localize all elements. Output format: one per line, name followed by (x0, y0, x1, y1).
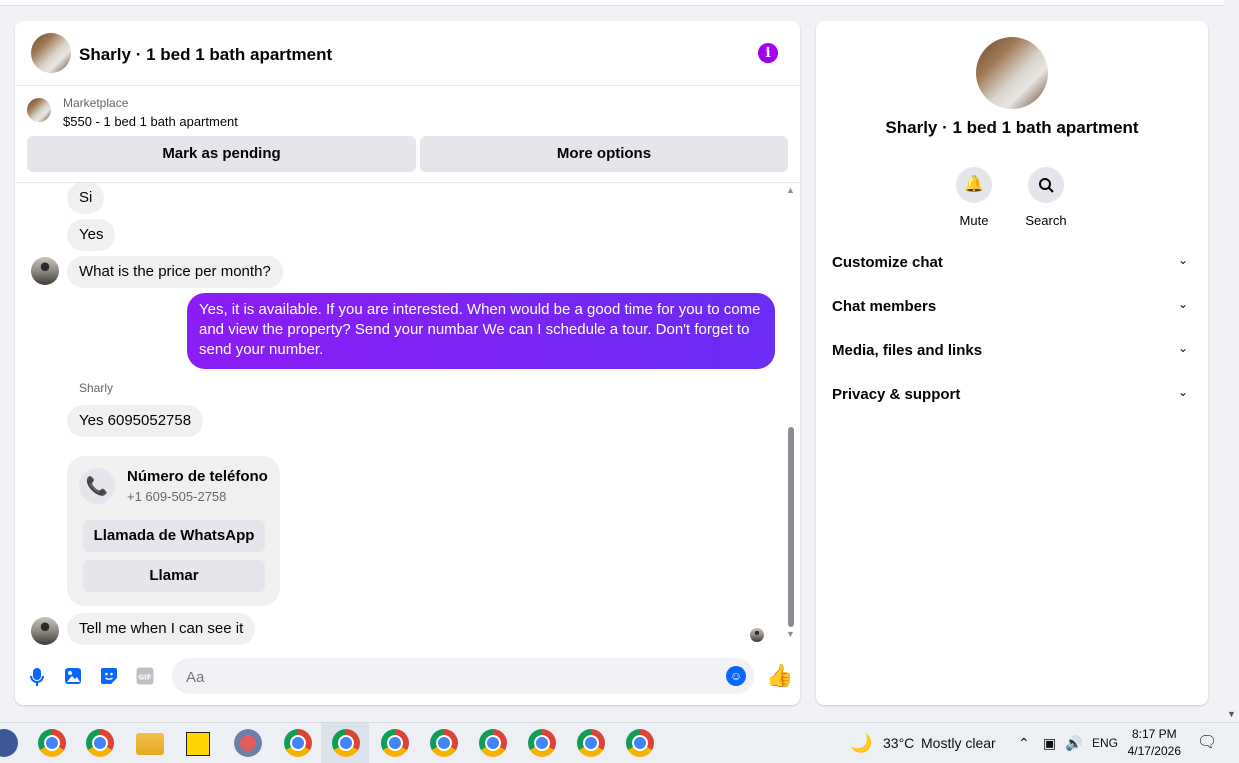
chat-header: Sharly · 1 bed 1 bath apartment i (15, 21, 800, 86)
search-label: Search (1025, 213, 1067, 228)
phone-icon: 📞 (79, 468, 115, 504)
chrome-icon[interactable] (626, 729, 654, 757)
mark-as-pending-button[interactable]: Mark as pending (27, 136, 416, 172)
speaker-icon[interactable]: 🔊 (1065, 723, 1082, 763)
notification-icon[interactable]: 🗨 (1197, 723, 1217, 763)
message-input-wrapper: ☺ (172, 658, 754, 696)
sender-avatar[interactable] (31, 257, 59, 285)
message-input[interactable] (184, 658, 708, 696)
scroll-down-arrow-icon[interactable]: ▼ (786, 629, 795, 639)
listing-title[interactable]: $550 - 1 bed 1 bath apartment (63, 114, 238, 129)
weather-temp[interactable]: 33°C (883, 723, 914, 763)
whatsapp-call-button[interactable]: Llamada de WhatsApp (83, 520, 265, 552)
clock-time: 8:17 PM (1131, 727, 1177, 741)
info-icon[interactable]: i (758, 43, 778, 63)
chat-title[interactable]: Sharly · 1 bed 1 bath apartment (79, 45, 332, 65)
marketplace-banner: Marketplace $550 - 1 bed 1 bath apartmen… (15, 86, 800, 183)
chrome-icon[interactable] (86, 729, 114, 757)
chrome-icon[interactable] (332, 729, 360, 757)
thumbs-up-icon[interactable]: 👍 (766, 663, 793, 689)
file-explorer-icon[interactable] (136, 733, 164, 755)
sender-name: Sharly (79, 381, 114, 395)
more-options-button[interactable]: More options (420, 136, 788, 172)
section-label: Chat members (832, 298, 937, 315)
chevron-down-icon: ⌄ (1177, 341, 1188, 355)
chrome-icon[interactable] (381, 729, 409, 757)
clock-date: 4/17/2026 (1127, 744, 1181, 758)
facebook-app-icon[interactable] (0, 729, 18, 757)
listing-avatar[interactable] (31, 33, 71, 73)
incoming-message: Si (67, 183, 105, 214)
mute-label: Mute (959, 213, 989, 228)
section-chat-members[interactable]: Chat members ⌄ (816, 287, 1208, 327)
browser-top-strip (0, 0, 1224, 6)
marketplace-label: Marketplace (63, 96, 129, 110)
section-label: Privacy & support (832, 386, 961, 403)
section-label: Media, files and links (832, 342, 983, 359)
chevron-down-icon: ⌄ (1177, 385, 1188, 399)
gif-icon[interactable]: GIF (135, 667, 155, 687)
scroll-up-arrow-icon[interactable]: ▲ (786, 185, 795, 195)
seen-receipt-avatar (750, 628, 764, 642)
call-button[interactable]: Llamar (83, 560, 265, 592)
paint-icon[interactable] (234, 729, 262, 757)
chevron-down-icon: ⌄ (1177, 253, 1188, 267)
chrome-icon[interactable] (479, 729, 507, 757)
incoming-message: What is the price per month? (67, 256, 283, 288)
chrome-icon[interactable] (577, 729, 605, 757)
phone-card-number: +1 609-505-2758 (127, 489, 227, 504)
photo-icon[interactable] (63, 667, 83, 687)
section-media-files-links[interactable]: Media, files and links ⌄ (816, 331, 1208, 371)
language-indicator[interactable]: ENG (1092, 723, 1118, 763)
weather-moon-icon[interactable]: 🌙 (850, 723, 872, 763)
chat-panel: Sharly · 1 bed 1 bath apartment i Market… (15, 21, 800, 705)
chevron-up-icon[interactable]: ⌃ (1018, 723, 1030, 763)
microphone-icon[interactable] (27, 667, 47, 687)
chrome-icon[interactable] (38, 729, 66, 757)
gif-icon-text: GIF (138, 674, 151, 682)
info-title: Sharly · 1 bed 1 bath apartment (885, 118, 1139, 137)
search-button[interactable]: Search (1016, 167, 1076, 228)
chrome-icon[interactable] (284, 729, 312, 757)
chat-scrollbar[interactable]: ▲ ▼ (785, 183, 797, 645)
phone-card-title: Número de teléfono (127, 468, 268, 485)
chevron-down-icon: ⌄ (1177, 297, 1188, 311)
conversation-info-panel: Sharly · 1 bed 1 bath apartment 🔔 Mute S… (816, 21, 1208, 705)
message-list: Si Yes What is the price per month? Yes,… (15, 183, 800, 645)
message-composer: GIF ☺ 👍 (15, 657, 800, 697)
chrome-icon[interactable] (528, 729, 556, 757)
section-customize-chat[interactable]: Customize chat ⌄ (816, 243, 1208, 283)
incoming-message: Yes (67, 219, 116, 251)
emoji-icon[interactable]: ☺ (726, 666, 746, 686)
outgoing-message: Yes, it is available. If you are interes… (187, 293, 775, 369)
weather-text[interactable]: Mostly clear (921, 723, 996, 763)
listing-thumbnail[interactable] (27, 98, 51, 122)
section-label: Customize chat (832, 254, 943, 271)
sticker-icon[interactable] (99, 667, 119, 687)
windows-taskbar: 🌙 33°C Mostly clear ⌃ ▣ 🔊 ENG 8:17 PM 4/… (0, 722, 1239, 763)
bell-icon: 🔔 (956, 167, 992, 203)
profile-avatar[interactable] (976, 37, 1048, 109)
scroll-thumb[interactable] (788, 427, 794, 627)
phone-number-card: 📞 Número de teléfono +1 609-505-2758 Lla… (67, 456, 280, 606)
sender-avatar[interactable] (31, 617, 59, 645)
mute-button[interactable]: 🔔 Mute (944, 167, 1004, 228)
chrome-icon[interactable] (430, 729, 458, 757)
scroll-down-arrow-icon[interactable]: ▼ (1227, 709, 1236, 719)
meet-icon[interactable]: ▣ (1043, 723, 1056, 763)
incoming-message: Tell me when I can see it (67, 613, 256, 645)
clock[interactable]: 8:17 PM 4/17/2026 (1128, 726, 1181, 760)
section-privacy-support[interactable]: Privacy & support ⌄ (816, 375, 1208, 415)
sticky-notes-icon[interactable] (186, 732, 210, 756)
search-icon (1028, 167, 1064, 203)
page-scrollbar[interactable]: ▼ (1224, 0, 1239, 722)
incoming-message: Yes 6095052758 (67, 405, 204, 437)
